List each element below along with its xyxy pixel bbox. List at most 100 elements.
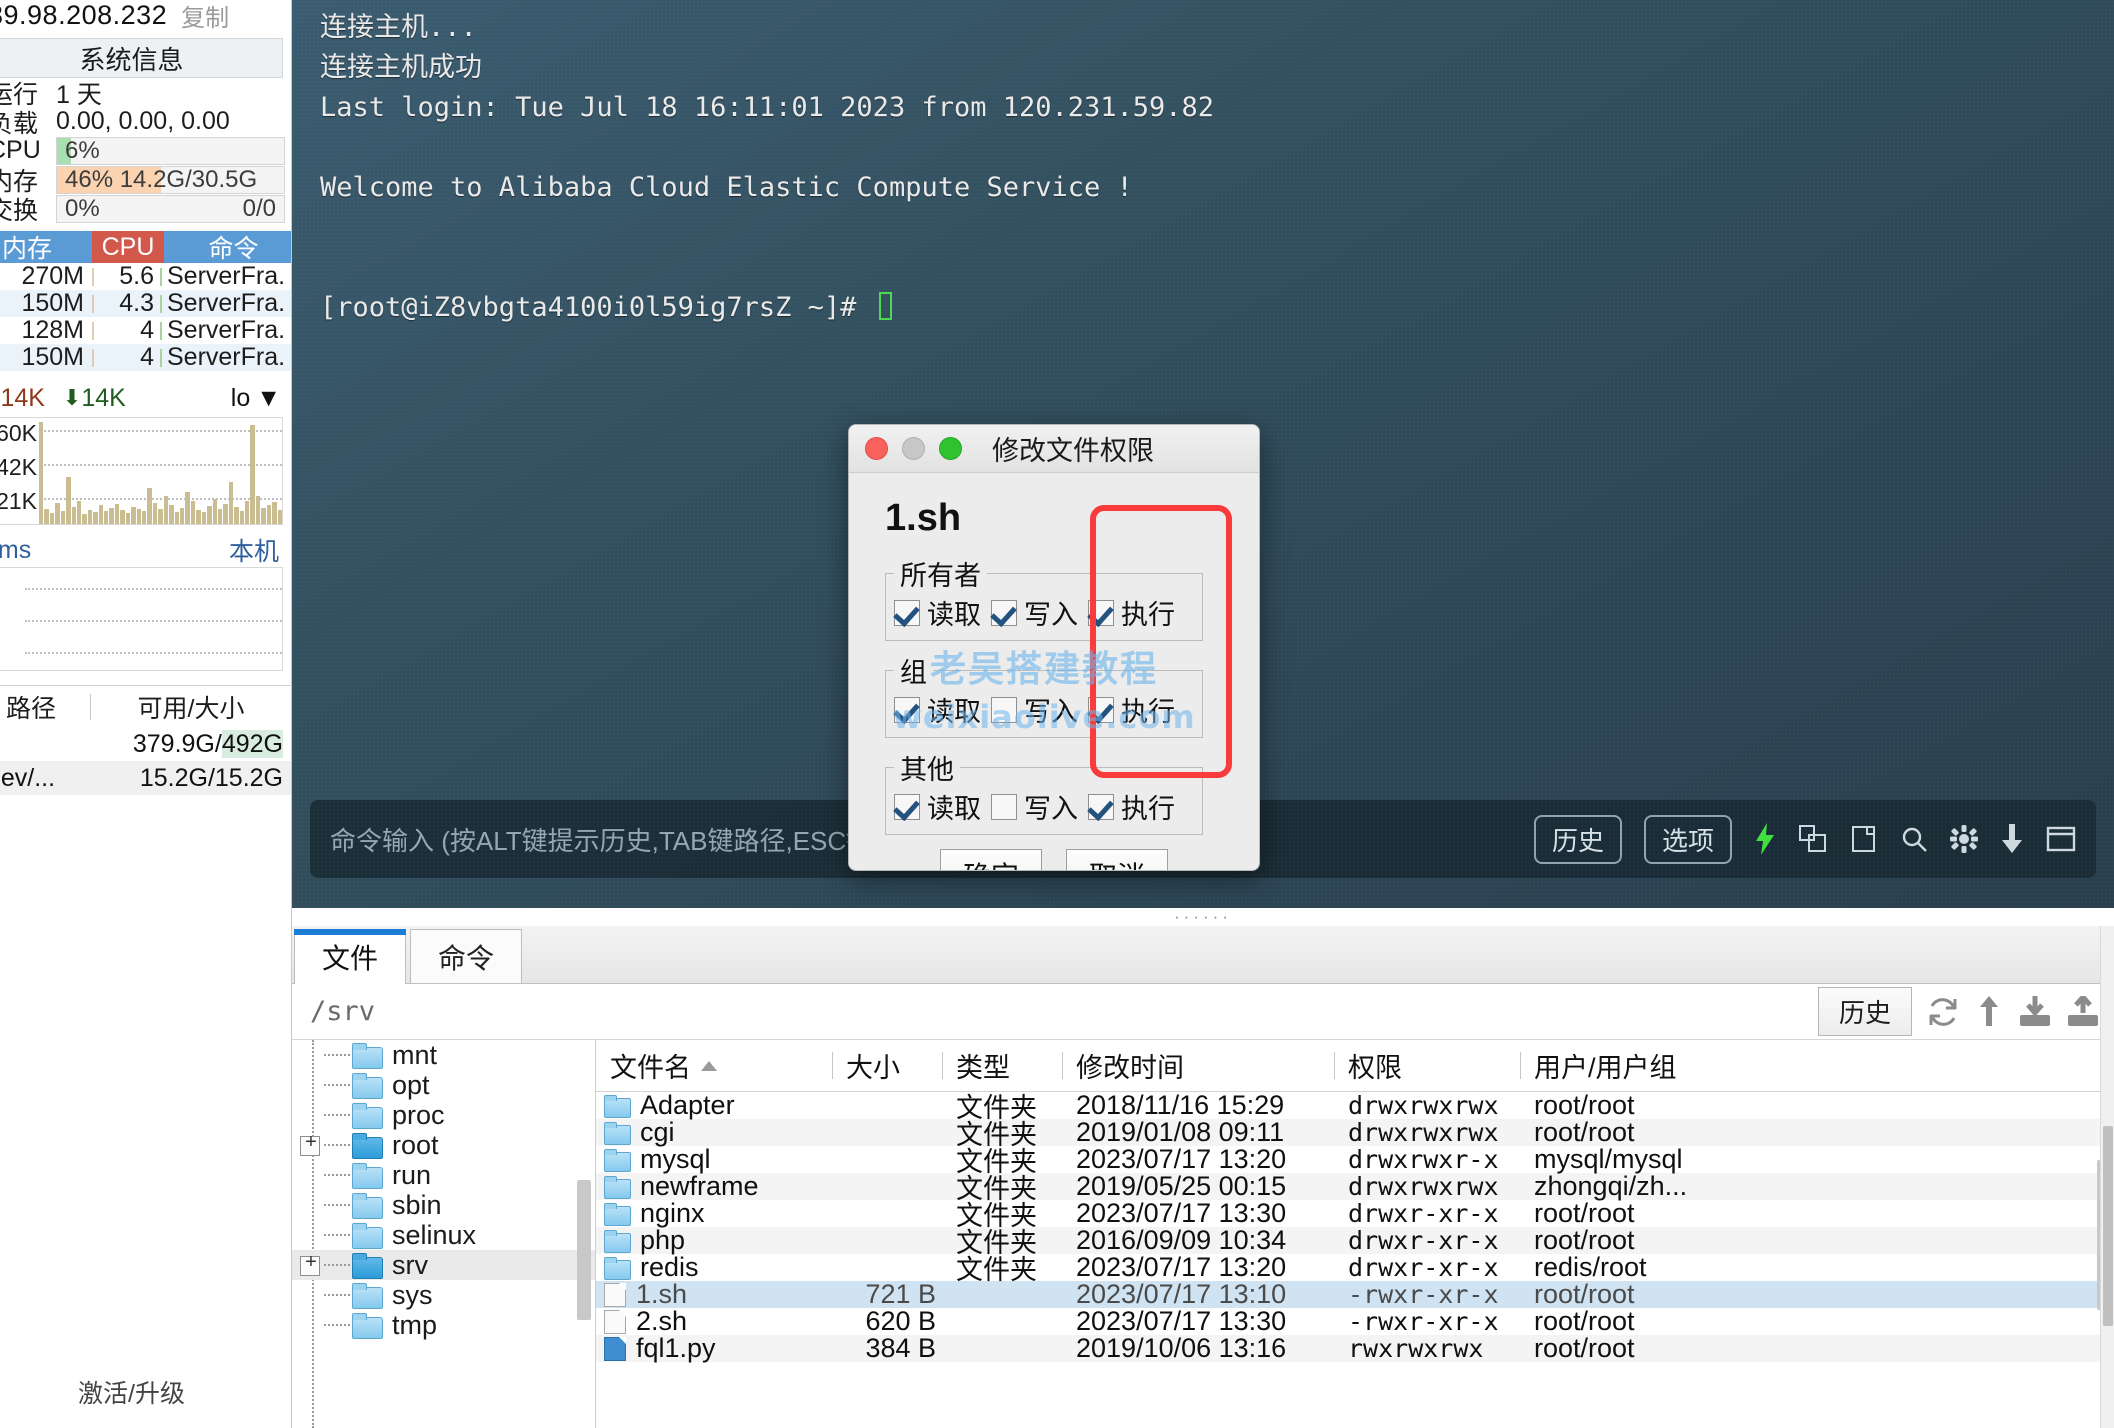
tree-connector (324, 1294, 350, 1296)
process-table-body: 270M 5.6 ServerFra. 150M 4.3 ServerFra. 128M 4 S… (0, 262, 291, 371)
cell-name: fql1.py (596, 1333, 832, 1364)
permission-checkbox-item[interactable]: 执行 (1088, 690, 1185, 729)
process-cpu: 4.3 (119, 289, 154, 317)
download-to-server-icon[interactable] (2018, 995, 2052, 1028)
table-row[interactable]: 1.sh 721 B 2023/07/17 13:10 -rwxr-xr-x root/… (596, 1279, 2114, 1309)
download-icon[interactable] (2000, 824, 2024, 854)
column-header-permissions[interactable]: 权限 (1334, 1046, 1520, 1085)
permission-checkbox-item[interactable]: 写入 (991, 690, 1088, 729)
cancel-button[interactable]: 取消 (1066, 849, 1169, 870)
network-chart-bars (39, 418, 282, 524)
bolt-icon[interactable] (1754, 823, 1776, 855)
checkbox-checked-icon[interactable] (1088, 793, 1114, 820)
terminal-history-button[interactable]: 历史 (1533, 814, 1622, 864)
directory-tree-scrollbar[interactable] (577, 1180, 591, 1320)
splitter-grip-icon: ······ (1174, 907, 1232, 926)
permission-checkbox-item[interactable]: 写入 (991, 593, 1088, 632)
checkbox-checked-icon[interactable] (1088, 599, 1114, 626)
tree-item-label: tmp (392, 1309, 438, 1340)
tree-item-selinux[interactable]: selinux (292, 1220, 595, 1250)
terminal-options-button[interactable]: 选项 (1643, 814, 1732, 864)
process-row[interactable]: 128M 4 ServerFra. (0, 316, 291, 344)
expand-icon[interactable] (298, 1130, 322, 1157)
upload-arrow-icon[interactable] (1974, 995, 2004, 1028)
checkbox-unchecked-icon[interactable] (991, 793, 1017, 820)
tree-item-sys[interactable]: sys (292, 1280, 595, 1310)
permission-checkbox-item[interactable]: 写入 (991, 787, 1088, 826)
path-history-button[interactable]: 历史 (1817, 987, 1912, 1036)
search-icon[interactable] (1900, 825, 1928, 853)
confirm-button[interactable]: 确定 (939, 849, 1042, 870)
checkbox-checked-icon[interactable] (991, 599, 1017, 626)
upload-to-server-icon[interactable] (2066, 995, 2100, 1028)
checkbox-checked-icon[interactable] (894, 696, 920, 723)
paste-icon[interactable] (1850, 824, 1878, 854)
process-row[interactable]: 150M 4 ServerFra. (0, 343, 291, 371)
panel-splitter[interactable]: ······ (292, 907, 2114, 926)
checkbox-checked-icon[interactable] (894, 793, 920, 820)
table-row[interactable]: cgi 文件夹 2019/01/08 09:11 drwxrwxrwx root/roo… (596, 1117, 2114, 1150)
column-header-time[interactable]: 修改时间 (1062, 1046, 1334, 1085)
table-row[interactable]: redis 文件夹 2023/07/17 13:20 drwxr-xr-x redis/… (596, 1252, 2114, 1285)
table-row[interactable]: Adapter 文件夹 2018/11/16 15:29 drwxrwxrwx root… (596, 1090, 2114, 1123)
tree-item-proc[interactable]: proc (292, 1100, 595, 1130)
process-row[interactable]: 150M 4.3 ServerFra. (0, 289, 291, 317)
activate-upgrade-link[interactable]: 激活/升级 (0, 1374, 291, 1410)
expand-icon[interactable] (298, 1250, 322, 1277)
copy-ip-button[interactable]: 复制 (181, 0, 229, 31)
table-row[interactable]: 2.sh 620 B 2023/07/17 13:30 -rwxr-xr-x root/… (596, 1306, 2114, 1336)
process-col-command[interactable]: 命令 (164, 231, 291, 263)
tab-files[interactable]: 文件 (294, 929, 406, 984)
table-row[interactable]: nginx 文件夹 2023/07/17 13:30 drwxr-xr-x root/r… (596, 1198, 2114, 1231)
permission-checkbox-item[interactable]: 执行 (1088, 593, 1185, 632)
folder-icon (352, 1133, 383, 1159)
permission-checkbox-item[interactable]: 读取 (894, 787, 991, 826)
disk-row[interactable]: /dev/... 15.2G/15.2G (0, 761, 291, 795)
process-row[interactable]: 270M 5.6 ServerFra. (0, 262, 291, 290)
folder-icon (604, 1175, 631, 1199)
table-row[interactable]: newframe 文件夹 2019/05/25 00:15 drwxrwxrwx zho… (596, 1171, 2114, 1204)
table-row[interactable]: php 文件夹 2016/09/09 10:34 drwxr-xr-x root/roo… (596, 1225, 2114, 1258)
minimize-icon[interactable] (902, 437, 925, 460)
permission-checkbox-item[interactable]: 读取 (894, 690, 991, 729)
checkbox-checked-icon[interactable] (894, 599, 920, 626)
column-header-size[interactable]: 大小 (832, 1046, 942, 1085)
permission-checkbox-item[interactable]: 执行 (1088, 787, 1185, 826)
column-header-user[interactable]: 用户/用户组 (1520, 1046, 2114, 1085)
disk-row[interactable]: / 379.9G/492G (0, 727, 291, 761)
process-col-cpu[interactable]: CPU (92, 231, 164, 263)
column-header-type[interactable]: 类型 (942, 1046, 1062, 1085)
dialog-title: 修改文件权限 (992, 436, 1154, 466)
checkbox-unchecked-icon[interactable] (991, 696, 1017, 723)
tree-item-opt[interactable]: opt (292, 1070, 595, 1100)
tree-item-label: mnt (392, 1040, 438, 1070)
tree-item-root[interactable]: root (292, 1130, 595, 1160)
page-scrollbar[interactable] (2100, 926, 2114, 1428)
permission-group-legend: 所有者 (900, 561, 981, 591)
close-icon[interactable] (865, 437, 888, 460)
permission-checkbox-item[interactable]: 读取 (894, 593, 991, 632)
tree-item-mnt[interactable]: mnt (292, 1040, 595, 1070)
directory-tree[interactable]: mntoptprocrootrunsbinselinuxsrvsystmp (292, 1040, 596, 1428)
latency-host[interactable]: 本机 (229, 532, 279, 568)
column-header-name[interactable]: 文件名 (596, 1046, 832, 1085)
process-memory: 128M (21, 316, 84, 344)
maximize-icon[interactable] (939, 437, 962, 460)
checkbox-checked-icon[interactable] (1088, 696, 1114, 723)
tree-connector (324, 1174, 350, 1176)
tree-item-tmp[interactable]: tmp (292, 1310, 595, 1340)
copy-icon[interactable] (1798, 824, 1828, 854)
tree-item-run[interactable]: run (292, 1160, 595, 1190)
process-col-memory[interactable]: 内存 (0, 231, 92, 263)
tree-item-srv[interactable]: srv (292, 1250, 595, 1280)
table-row[interactable]: fql1.py 384 B 2019/10/06 13:16 rwxrwxrwx roo… (596, 1333, 2114, 1364)
tab-commands[interactable]: 命令 (410, 929, 522, 983)
table-row[interactable]: mysql 文件夹 2023/07/17 13:20 drwxrwxr-x mysql/… (596, 1144, 2114, 1177)
current-path-input[interactable]: /srv (310, 996, 1804, 1027)
refresh-icon[interactable] (1926, 996, 1960, 1028)
network-interface-select[interactable]: lo ▼ (231, 384, 281, 413)
tree-item-sbin[interactable]: sbin (292, 1190, 595, 1220)
gear-icon[interactable] (1950, 825, 1978, 853)
tree-connector (324, 1324, 350, 1326)
window-icon[interactable] (2046, 826, 2076, 852)
